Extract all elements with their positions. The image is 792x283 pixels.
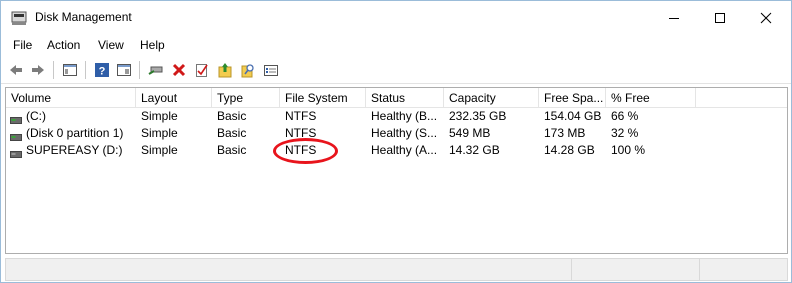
column-header-percent-free[interactable]: % Free [606, 88, 696, 107]
cell-volume: (C:) [26, 109, 46, 123]
disk-management-window: Disk Management File Action View Help ? [0, 0, 792, 283]
delete-icon[interactable] [169, 60, 189, 80]
toolbar: ? [1, 57, 791, 84]
table-row[interactable]: (C:) Simple Basic NTFS Healthy (B... 232… [6, 108, 787, 125]
console-tree-icon[interactable] [60, 60, 80, 80]
column-header-status[interactable]: Status [366, 88, 444, 107]
menu-file[interactable]: File [13, 38, 32, 52]
cell-type: Basic [217, 143, 247, 157]
status-bar-section [571, 259, 700, 280]
minimize-button[interactable] [651, 1, 697, 34]
cell-percent-free: 66 % [611, 109, 639, 123]
properties-icon[interactable] [114, 60, 134, 80]
cell-type: Basic [217, 109, 247, 123]
cell-volume: (Disk 0 partition 1) [26, 126, 124, 140]
cell-percent-free: 32 % [611, 126, 639, 140]
settings-panel-icon[interactable] [261, 60, 281, 80]
column-header-capacity[interactable]: Capacity [444, 88, 539, 107]
up-folder-icon[interactable] [215, 60, 235, 80]
toolbar-separator [53, 61, 54, 79]
window-title: Disk Management [35, 10, 132, 24]
cell-file-system: NTFS [285, 109, 317, 123]
column-header-free-space[interactable]: Free Spa... [539, 88, 606, 107]
volume-list: Volume Layout Type File System Status Ca… [5, 87, 788, 254]
cell-percent-free: 100 % [611, 143, 646, 157]
status-bar-section [699, 259, 788, 280]
cell-capacity: 549 MB [449, 126, 491, 140]
cell-type: Basic [217, 126, 247, 140]
status-bar [5, 258, 788, 281]
maximize-button[interactable] [697, 1, 743, 34]
menu-action[interactable]: Action [47, 38, 80, 52]
cell-status: Healthy (S... [371, 126, 438, 140]
cell-status: Healthy (B... [371, 109, 438, 123]
cell-volume: SUPEREASY (D:) [26, 143, 123, 157]
menu-view[interactable]: View [98, 38, 124, 52]
close-button[interactable] [743, 1, 789, 34]
menu-bar: File Action View Help [1, 35, 791, 55]
column-header-volume[interactable]: Volume [6, 88, 136, 107]
column-header-file-system[interactable]: File System [280, 88, 366, 107]
cell-capacity: 232.35 GB [449, 109, 507, 123]
help-icon[interactable]: ? [92, 60, 112, 80]
forward-arrow-icon[interactable] [28, 60, 48, 80]
disk-management-app-icon [11, 10, 27, 26]
svg-text:?: ? [99, 66, 106, 78]
column-header-layout[interactable]: Layout [136, 88, 212, 107]
cell-layout: Simple [141, 143, 178, 157]
cell-free-space: 154.04 GB [544, 109, 602, 123]
table-row[interactable]: SUPEREASY (D:) Simple Basic NTFS Healthy… [6, 142, 787, 159]
cell-capacity: 14.32 GB [449, 143, 500, 157]
column-header-type[interactable]: Type [212, 88, 280, 107]
connect-drive-icon[interactable] [146, 60, 166, 80]
menu-help[interactable]: Help [140, 38, 165, 52]
checklist-icon[interactable] [192, 60, 212, 80]
cell-free-space: 173 MB [544, 126, 586, 140]
cell-layout: Simple [141, 126, 178, 140]
cell-free-space: 14.28 GB [544, 143, 595, 157]
red-highlight-circle [273, 138, 338, 164]
toolbar-separator [85, 61, 86, 79]
cell-layout: Simple [141, 109, 178, 123]
cell-status: Healthy (A... [371, 143, 438, 157]
back-arrow-icon[interactable] [6, 60, 26, 80]
list-header: Volume Layout Type File System Status Ca… [6, 88, 787, 108]
table-row[interactable]: (Disk 0 partition 1) Simple Basic NTFS H… [6, 125, 787, 142]
toolbar-separator [139, 61, 140, 79]
search-folder-icon[interactable] [238, 60, 258, 80]
title-bar[interactable]: Disk Management [1, 1, 791, 34]
